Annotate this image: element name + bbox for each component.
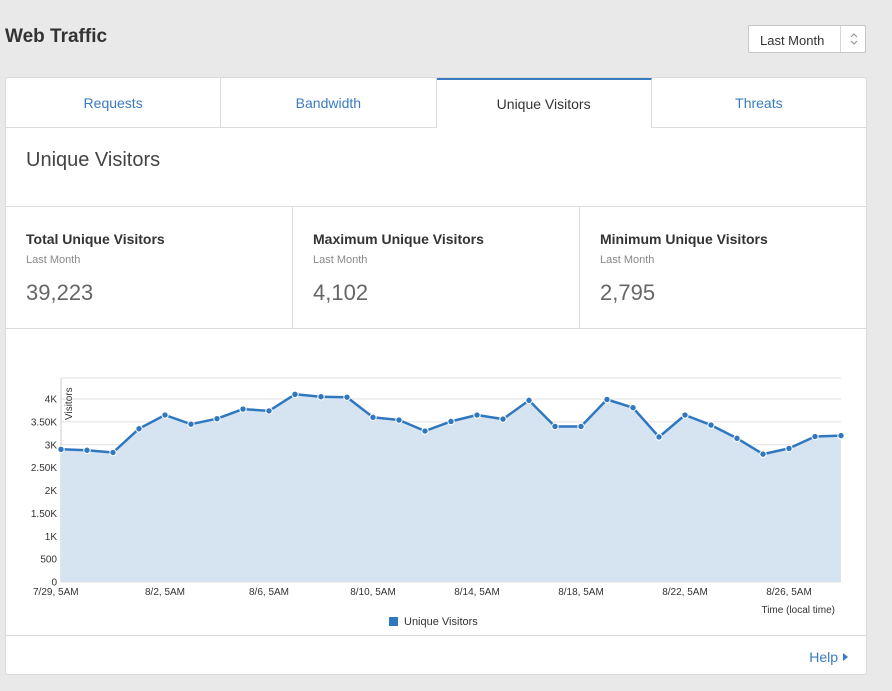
y-ticks: 05001K1.50K2K2.50K3K3.50K4K bbox=[31, 395, 58, 589]
tab-requests[interactable]: Requests bbox=[6, 78, 222, 127]
stat-value: 4,102 bbox=[313, 280, 369, 305]
x-ticks: 7/29, 5AM 8/2, 5AM 8/6, 5AM 8/10, 5AM 8/14, … bbox=[33, 587, 812, 598]
time-range-selected-value: Last Month bbox=[760, 33, 825, 48]
help-link[interactable]: Help bbox=[809, 649, 848, 665]
data-point bbox=[135, 425, 143, 433]
legend: Unique Visitors bbox=[389, 616, 478, 628]
data-point bbox=[655, 433, 663, 441]
data-point bbox=[343, 393, 351, 401]
stat-period: Last Month bbox=[26, 254, 81, 266]
x-tick-label: 8/14, 5AM bbox=[454, 587, 500, 598]
select-divider bbox=[840, 26, 841, 52]
data-point bbox=[57, 445, 65, 454]
stat-maximum-unique-visitors: Maximum Unique Visitors Last Month 4,102 bbox=[293, 207, 580, 328]
y-tick-label: 3.50K bbox=[31, 417, 57, 428]
data-point bbox=[629, 403, 637, 412]
tab-bar: Requests Bandwidth Unique Visitors Threa… bbox=[6, 78, 866, 128]
data-point bbox=[707, 421, 715, 429]
data-point bbox=[291, 390, 299, 399]
data-point bbox=[369, 413, 377, 422]
data-point bbox=[837, 431, 845, 440]
card-footer: Help bbox=[6, 635, 866, 675]
visitors-chart: 0 500 1K 1.50K 2K 2.50K 3K 3.50K 4K 7/29, 5AM 8/2… bbox=[6, 328, 866, 634]
legend-label: Unique Visitors bbox=[404, 616, 478, 628]
stat-period: Last Month bbox=[600, 254, 655, 266]
y-tick-label: 4K bbox=[45, 395, 58, 406]
legend-swatch bbox=[389, 617, 398, 626]
data-point bbox=[265, 407, 273, 415]
data-point bbox=[785, 444, 793, 453]
stat-value: 39,223 bbox=[26, 280, 94, 305]
data-point bbox=[317, 393, 325, 401]
x-tick-label: 8/2, 5AM bbox=[145, 587, 185, 598]
data-point bbox=[499, 415, 507, 423]
stat-period: Last Month bbox=[313, 254, 368, 266]
stat-total-unique-visitors: Total Unique Visitors Last Month 39,223 bbox=[6, 207, 293, 328]
help-label: Help bbox=[809, 649, 838, 665]
data-point bbox=[213, 414, 221, 423]
y-axis-label: Visitors bbox=[64, 387, 75, 420]
time-range-select[interactable]: Last Month bbox=[748, 25, 866, 53]
x-tick-label: 8/22, 5AM bbox=[662, 587, 708, 598]
data-point bbox=[83, 446, 91, 454]
tab-bandwidth[interactable]: Bandwidth bbox=[221, 78, 437, 127]
data-point bbox=[395, 416, 403, 424]
page-title: Web Traffic bbox=[5, 26, 108, 47]
section-title: Unique Visitors bbox=[26, 149, 161, 171]
traffic-card: Requests Bandwidth Unique Visitors Threa… bbox=[5, 77, 867, 675]
data-point bbox=[577, 422, 585, 431]
data-point bbox=[551, 422, 559, 431]
tab-threats[interactable]: Threats bbox=[651, 78, 866, 127]
stat-label: Total Unique Visitors bbox=[26, 231, 165, 247]
stat-label: Minimum Unique Visitors bbox=[600, 231, 768, 247]
data-point bbox=[447, 417, 455, 426]
y-tick-label: 500 bbox=[40, 555, 57, 566]
y-tick-label: 2K bbox=[45, 486, 58, 497]
x-tick-label: 8/6, 5AM bbox=[249, 587, 289, 598]
data-point bbox=[473, 411, 481, 419]
data-point bbox=[239, 405, 247, 413]
x-tick-label: 8/26, 5AM bbox=[766, 587, 812, 598]
x-tick-label: 7/29, 5AM bbox=[33, 587, 79, 598]
stat-value: 2,795 bbox=[600, 280, 656, 305]
visitors-chart-svg: 05001K1.50K2K2.50K3K3.50K4K 7/29, 5AM 8/2… bbox=[31, 377, 845, 628]
x-tick-label: 8/18, 5AM bbox=[558, 587, 604, 598]
sort-arrows-icon bbox=[845, 31, 863, 47]
stat-label: Maximum Unique Visitors bbox=[313, 231, 484, 247]
stat-minimum-unique-visitors: Minimum Unique Visitors Last Month 2,795 bbox=[580, 207, 866, 328]
x-axis-label: Time (local time) bbox=[761, 605, 835, 616]
data-point bbox=[603, 395, 611, 404]
y-tick-label: 1K bbox=[45, 532, 58, 543]
data-point bbox=[187, 420, 195, 428]
data-point bbox=[109, 448, 117, 457]
y-tick-label: 2.50K bbox=[31, 463, 57, 474]
data-point bbox=[759, 450, 767, 458]
stats-row: Total Unique Visitors Last Month 39,223 … bbox=[6, 206, 866, 329]
data-point bbox=[811, 432, 819, 441]
data-point bbox=[681, 411, 689, 419]
y-tick-label: 3K bbox=[45, 440, 58, 451]
data-point bbox=[525, 396, 533, 405]
x-tick-label: 8/10, 5AM bbox=[350, 587, 396, 598]
y-tick-label: 1.50K bbox=[31, 509, 57, 520]
caret-right-icon bbox=[843, 653, 848, 661]
data-point bbox=[733, 434, 741, 443]
tab-unique-visitors[interactable]: Unique Visitors bbox=[436, 78, 652, 128]
data-point bbox=[161, 411, 169, 419]
data-point bbox=[421, 427, 429, 435]
